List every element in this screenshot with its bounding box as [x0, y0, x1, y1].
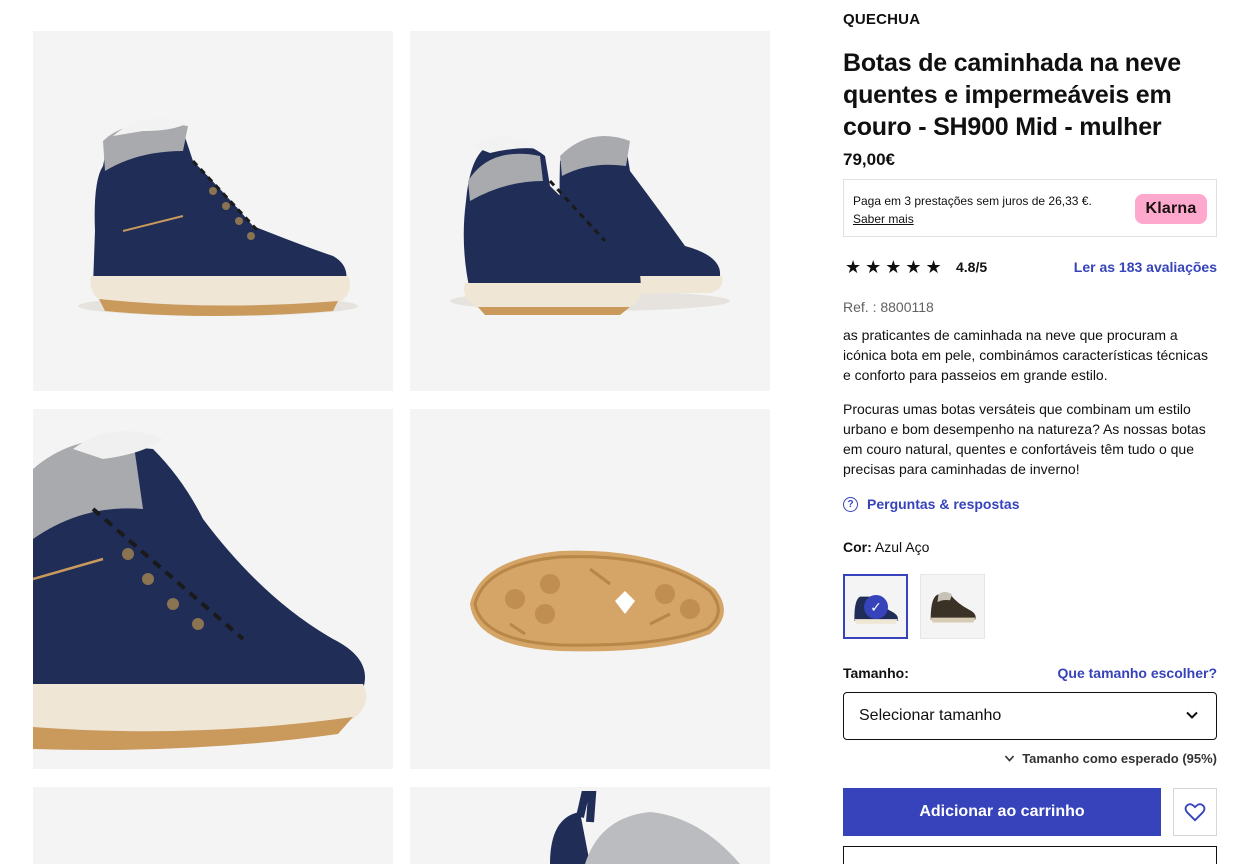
size-select-placeholder: Selecionar tamanho — [859, 707, 1002, 724]
secondary-button[interactable] — [843, 846, 1217, 864]
gallery-image-sole-view[interactable] — [410, 409, 770, 769]
boot-detail-illustration — [33, 431, 367, 750]
questions-answers-label: Perguntas & respostas — [867, 496, 1020, 512]
rating-value: 4.8/5 — [956, 259, 988, 275]
reviews-link[interactable]: Ler as 183 avaliações — [1074, 259, 1217, 275]
check-icon: ✓ — [864, 595, 888, 619]
questions-answers-link[interactable]: ? Perguntas & respostas — [843, 496, 1020, 512]
gallery-image-6[interactable] — [410, 787, 770, 864]
product-description-2: Procuras umas botas versáteis que combin… — [843, 401, 1206, 477]
product-reference: Ref. : 8800118 — [843, 299, 934, 315]
klarna-learn-more-link[interactable]: Saber mais — [853, 211, 914, 227]
wishlist-button[interactable] — [1173, 788, 1217, 836]
size-label: Tamanho: — [843, 665, 909, 681]
boot-pair-illustration — [450, 136, 730, 315]
gallery-image-detail-view[interactable] — [33, 409, 393, 769]
product-description-1: as praticantes de caminhada na neve que … — [843, 327, 1208, 383]
gallery-image-pair-view[interactable] — [410, 31, 770, 391]
rating-row: ★★★★★ 4.8/5 Ler as 183 avaliações — [843, 257, 1217, 277]
add-to-cart-button[interactable]: Adicionar ao carrinho — [843, 788, 1161, 836]
klarna-text: Paga em 3 prestações sem juros de 26,33 … — [853, 194, 1092, 208]
color-label: Cor: — [843, 539, 872, 555]
color-swatch-navy[interactable]: ✓ — [843, 574, 908, 639]
color-swatch-brown[interactable] — [920, 574, 985, 639]
star-icon: ★★★★★ — [845, 257, 946, 277]
size-select[interactable]: Selecionar tamanho — [843, 692, 1217, 740]
size-fit-note[interactable]: Tamanho como esperado (95%) — [1003, 751, 1217, 766]
boot-side-illustration — [78, 118, 358, 316]
klarna-logo: Klarna — [1135, 194, 1207, 224]
product-brand[interactable]: QUECHUA — [843, 11, 920, 28]
size-guide-link[interactable]: Que tamanho escolher? — [1058, 665, 1217, 681]
boot-sole-illustration — [470, 550, 724, 652]
gallery-image-side-view[interactable] — [33, 31, 393, 391]
question-circle-icon: ? — [843, 496, 858, 512]
size-fit-note-text: Tamanho como esperado (95%) — [1022, 751, 1217, 766]
product-price: 79,00€ — [843, 150, 895, 169]
product-title: Botas de caminhada na neve quentes e imp… — [843, 49, 1181, 141]
boot-top-illustration — [550, 791, 740, 864]
heart-icon — [1184, 803, 1206, 822]
color-line: Cor: Azul Aço — [843, 539, 929, 555]
gallery-image-5[interactable] — [33, 787, 393, 864]
brown-boot-thumbnail — [930, 591, 976, 623]
klarna-installments-box: Paga em 3 prestações sem juros de 26,33 … — [843, 179, 1217, 237]
chevron-down-icon — [1005, 755, 1015, 762]
chevron-down-icon — [1186, 711, 1198, 719]
color-value: Azul Aço — [874, 539, 930, 555]
